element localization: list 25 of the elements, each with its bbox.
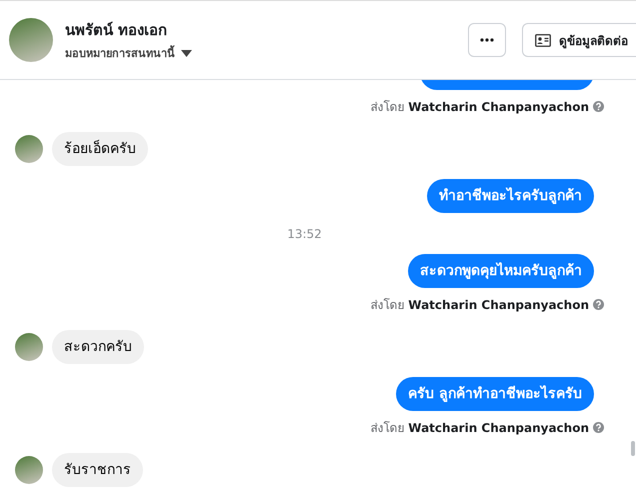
message-bubble: ร้อยเอ็ดครับ bbox=[52, 132, 148, 166]
sent-by-text: ส่งโดย Watcharin Chanpanyachon bbox=[370, 420, 589, 437]
help-icon[interactable] bbox=[593, 101, 604, 112]
avatar-photo-placeholder bbox=[15, 456, 43, 484]
timestamp: 13:52 bbox=[287, 227, 322, 241]
help-icon[interactable] bbox=[593, 299, 604, 310]
avatar-photo-placeholder bbox=[15, 333, 43, 361]
avatar-photo-placeholder bbox=[15, 135, 43, 163]
message-bubble: ทำอาชีพอะไรครับลูกค้า bbox=[427, 179, 594, 213]
message-bubble: รับราชการ bbox=[52, 453, 143, 487]
view-contact-button[interactable]: ดูข้อมูลติดต่อ bbox=[522, 23, 636, 57]
avatar-photo-placeholder bbox=[9, 18, 53, 62]
contact-name: นพรัตน์ ทองเอก bbox=[65, 20, 168, 41]
help-icon[interactable] bbox=[593, 422, 604, 433]
message-bubble: สะดวกพูดคุยไหมครับลูกค้า bbox=[408, 254, 594, 288]
sent-by-text: ส่งโดย Watcharin Chanpanyachon bbox=[370, 297, 589, 314]
more-button[interactable] bbox=[468, 23, 506, 57]
contact-card-icon bbox=[535, 34, 551, 46]
more-icon bbox=[480, 38, 494, 42]
message-bubble: สะดวกครับ bbox=[52, 330, 144, 364]
scrollbar-thumb[interactable] bbox=[631, 441, 635, 456]
assign-conversation-dropdown[interactable]: มอบหมายการสนทนานี้ bbox=[65, 44, 468, 62]
caret-icon bbox=[181, 50, 192, 56]
message-bubble: ครับ ลูกค้าทำอาชีพอะไรครับ bbox=[396, 377, 594, 411]
sent-by-text: ส่งโดย Watcharin Chanpanyachon bbox=[370, 99, 589, 116]
